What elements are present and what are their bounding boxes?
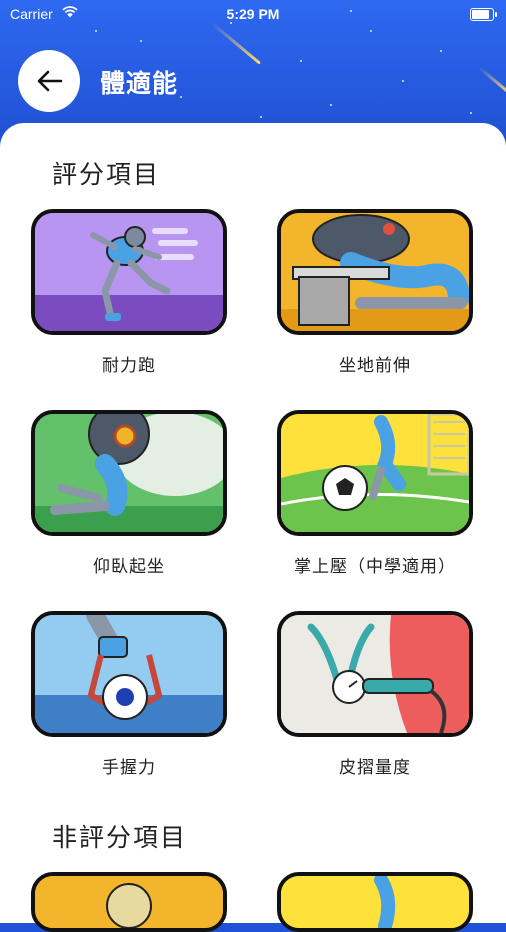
card-sit-and-reach[interactable]: [277, 209, 473, 335]
battery-level: [472, 10, 490, 19]
arrow-left-icon: [37, 70, 63, 92]
section-title-scored: 評分項目: [52, 160, 161, 189]
back-button[interactable]: [18, 50, 80, 112]
skinfold-caliper-illustration: [281, 615, 469, 733]
section-title-non-scored: 非評分項目: [52, 823, 188, 852]
card-label-push-up: 掌上壓（中學適用）: [294, 557, 456, 577]
status-time: 5:29 PM: [226, 6, 280, 22]
meteor-decoration: [478, 66, 506, 95]
card-push-up[interactable]: [277, 410, 473, 536]
sit-up-illustration: [35, 414, 223, 532]
card-non-scored-2[interactable]: [277, 872, 473, 932]
page-title: 體適能: [100, 69, 179, 98]
running-illustration: [35, 213, 223, 331]
card-endurance-run[interactable]: [31, 209, 227, 335]
battery-icon: [470, 8, 497, 21]
card-label-sit-and-reach: 坐地前伸: [339, 356, 411, 376]
status-bar: Carrier 5:29 PM: [0, 0, 506, 28]
partial-card-illustration: [281, 876, 469, 928]
hand-grip-illustration: [35, 615, 223, 733]
card-label-skinfold: 皮摺量度: [339, 758, 411, 778]
card-label-endurance-run: 耐力跑: [102, 356, 156, 376]
card-non-scored-1[interactable]: [31, 872, 227, 932]
sit-and-reach-illustration: [281, 213, 469, 331]
card-label-sit-up: 仰臥起坐: [93, 557, 165, 577]
card-hand-grip[interactable]: [31, 611, 227, 737]
push-up-illustration: [281, 414, 469, 532]
card-skinfold[interactable]: [277, 611, 473, 737]
card-sit-up[interactable]: [31, 410, 227, 536]
partial-card-illustration: [35, 876, 223, 928]
card-label-hand-grip: 手握力: [102, 758, 156, 778]
